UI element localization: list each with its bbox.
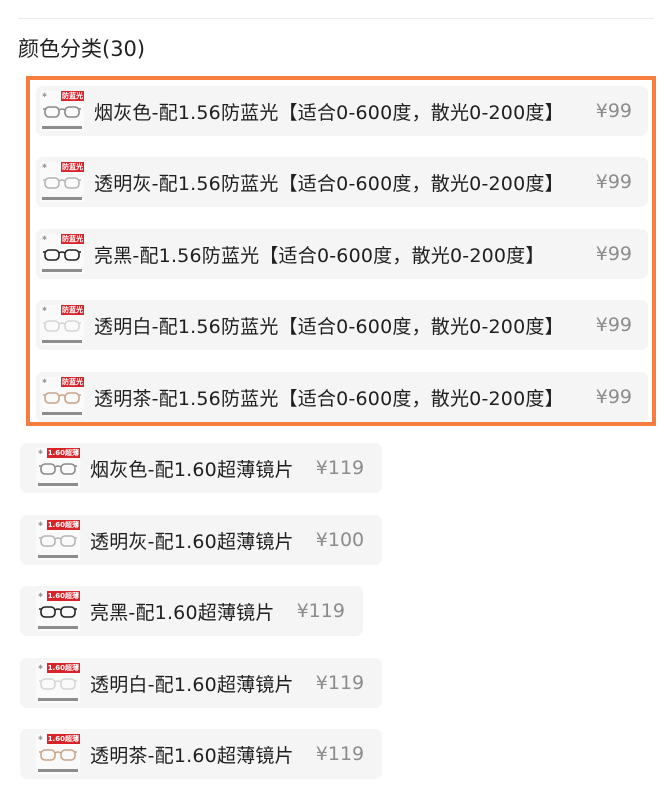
eyeglasses-product-icon: ✱ 防蓝光 [40,234,84,274]
thumb-tag-icon: 防蓝光 [61,162,84,172]
thumb-tag-icon: 防蓝光 [61,234,84,244]
option-price: ¥99 [595,100,632,122]
eyeglasses-product-icon: ✱ 防蓝光 [40,162,84,202]
eyeglasses-icon [43,249,81,261]
option-label: 烟灰色-配1.56防蓝光【适合0-600度，散光0-200度】 [94,101,564,124]
brand-mark-icon: ✱ [38,449,44,456]
thumb-caption-bar [42,412,82,415]
eyeglasses-icon [39,463,77,475]
color-option[interactable]: ✱ 防蓝光 烟灰色-配1.56防蓝光【适合0-600度，散光0-200度】 ¥99 [36,86,648,136]
thumb-caption-bar [42,197,82,200]
color-option[interactable]: ✱ 1.60超薄 透明灰-配1.60超薄镜片 ¥100 [20,515,383,565]
eyeglasses-icon [39,749,77,761]
option-price: ¥99 [595,314,632,336]
thumb-tag-icon: 防蓝光 [61,377,84,387]
section-title: 颜色分类(30) [18,37,146,61]
thumb-caption-bar [38,626,78,629]
thumb-caption-bar [42,340,82,343]
color-option[interactable]: ✱ 1.60超薄 透明茶-配1.60超薄镜片 ¥119 [20,729,383,779]
thumb-caption-bar [38,555,78,558]
color-option[interactable]: ✱ 防蓝光 透明茶-配1.56防蓝光【适合0-600度，散光0-200度】 ¥99 [36,372,648,422]
thumb-tag-icon: 防蓝光 [61,305,84,315]
eyeglasses-product-icon: ✱ 1.60超薄 [36,448,80,488]
brand-mark-icon: ✱ [38,664,44,671]
eyeglasses-icon [43,106,81,118]
eyeglasses-icon [39,678,77,690]
option-label: 烟灰色-配1.60超薄镜片 [90,458,294,481]
thumb-caption-bar [38,769,78,772]
option-price: ¥99 [595,171,632,193]
eyeglasses-icon [39,535,77,547]
color-option[interactable]: ✱ 1.60超薄 亮黑-配1.60超薄镜片 ¥119 [20,586,363,636]
option-price: ¥119 [315,743,365,765]
eyeglasses-icon [43,177,81,189]
option-label: 透明灰-配1.56防蓝光【适合0-600度，散光0-200度】 [94,172,564,195]
thumb-caption-bar [42,269,82,272]
thumb-caption-bar [38,698,78,701]
eyeglasses-product-icon: ✱ 防蓝光 [40,91,84,131]
brand-mark-icon: ✱ [42,378,48,385]
color-option[interactable]: ✱ 防蓝光 亮黑-配1.56防蓝光【适合0-600度，散光0-200度】 ¥99 [36,229,648,279]
option-label: 透明茶-配1.60超薄镜片 [90,744,294,767]
thumb-caption-bar [38,483,78,486]
brand-mark-icon: ✱ [42,92,48,99]
eyeglasses-product-icon: ✱ 防蓝光 [40,377,84,417]
brand-mark-icon: ✱ [38,735,44,742]
thumb-tag-icon: 防蓝光 [61,91,84,101]
color-option[interactable]: ✱ 防蓝光 透明灰-配1.56防蓝光【适合0-600度，散光0-200度】 ¥99 [36,157,648,207]
option-price: ¥99 [595,243,632,265]
option-label: 透明白-配1.60超薄镜片 [90,673,294,696]
brand-mark-icon: ✱ [38,592,44,599]
option-price: ¥119 [296,600,345,622]
eyeglasses-product-icon: ✱ 1.60超薄 [36,591,80,631]
thumb-tag-icon: 1.60超薄 [46,663,80,673]
option-price: ¥100 [315,529,365,551]
brand-mark-icon: ✱ [42,306,48,313]
eyeglasses-icon [39,606,77,618]
eyeglasses-icon [43,392,81,404]
color-option[interactable]: ✱ 1.60超薄 透明白-配1.60超薄镜片 ¥119 [20,658,383,708]
option-price: ¥99 [595,386,632,408]
thumb-tag-icon: 1.60超薄 [46,591,80,601]
thumb-tag-icon: 1.60超薄 [46,734,80,744]
eyeglasses-product-icon: ✱ 防蓝光 [40,305,84,345]
option-label: 透明白-配1.56防蓝光【适合0-600度，散光0-200度】 [94,315,564,338]
thumb-tag-icon: 1.60超薄 [46,520,80,530]
brand-mark-icon: ✱ [42,163,48,170]
option-label: 透明灰-配1.60超薄镜片 [90,530,294,553]
option-label: 亮黑-配1.56防蓝光【适合0-600度，散光0-200度】 [94,244,545,267]
thumb-caption-bar [42,126,82,129]
top-divider [18,18,654,19]
option-price: ¥119 [315,672,365,694]
brand-mark-icon: ✱ [42,235,48,242]
eyeglasses-product-icon: ✱ 1.60超薄 [36,663,80,703]
option-label: 透明茶-配1.56防蓝光【适合0-600度，散光0-200度】 [94,387,564,410]
eyeglasses-icon [43,320,81,332]
option-label: 亮黑-配1.60超薄镜片 [90,601,275,624]
eyeglasses-product-icon: ✱ 1.60超薄 [36,520,80,560]
thumb-tag-icon: 1.60超薄 [46,448,80,458]
color-option[interactable]: ✱ 1.60超薄 烟灰色-配1.60超薄镜片 ¥119 [20,443,383,493]
brand-mark-icon: ✱ [38,521,44,528]
eyeglasses-product-icon: ✱ 1.60超薄 [36,734,80,774]
option-price: ¥119 [315,457,365,479]
color-option[interactable]: ✱ 防蓝光 透明白-配1.56防蓝光【适合0-600度，散光0-200度】 ¥99 [36,300,648,350]
